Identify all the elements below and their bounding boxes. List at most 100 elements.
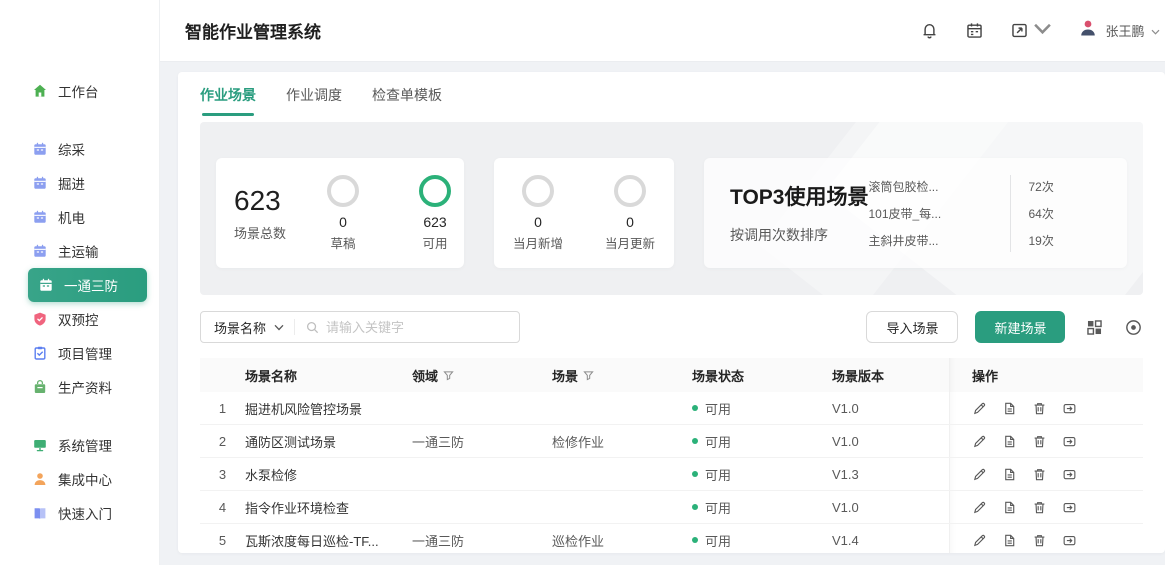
table-body: 1 掘进机风险管控场景 可用 V1.0 2 通防区测试场景 一通三防 检修作业 … (200, 392, 1143, 553)
edit-icon[interactable] (972, 533, 987, 548)
tab-bar: 作业场景作业调度检查单模板 (200, 72, 1143, 116)
export-icon[interactable] (1062, 401, 1077, 416)
top3-item-name: 101皮带_每... (868, 205, 998, 222)
search-field-select[interactable]: 场景名称 (201, 318, 294, 337)
ring-value: 0 (339, 214, 347, 230)
delete-icon[interactable] (1032, 434, 1047, 449)
topbar-actions: 张王鹏 (920, 18, 1160, 43)
delete-icon[interactable] (1032, 401, 1047, 416)
chevron-down-icon (1151, 22, 1160, 40)
cell-status: 可用 (692, 531, 832, 550)
ring-circle (419, 175, 451, 207)
top3-card: TOP3使用场景 按调用次数排序 滚筒包胶检... 72次 101皮带_每...… (704, 158, 1127, 268)
export-icon[interactable] (1062, 434, 1077, 449)
edit-icon[interactable] (972, 434, 987, 449)
status-text: 可用 (705, 531, 731, 550)
scene-total-label: 场景总数 (234, 223, 286, 242)
calendar-icon (38, 277, 54, 293)
grid-view-icon[interactable] (1085, 318, 1104, 337)
page-title: 智能作业管理系统 (185, 18, 321, 43)
tab-dispatch[interactable]: 作业调度 (286, 85, 342, 116)
tab-checklist[interactable]: 检查单模板 (372, 85, 442, 116)
sidebar: 工作台 综采 掘进 机电 主运输 一通三防 双预控 项目管理 生产资料 系统管理 (0, 0, 160, 565)
scene-total-value: 623 (234, 185, 286, 217)
search-input[interactable] (326, 320, 519, 335)
filter-funnel-icon[interactable] (443, 370, 454, 381)
cell-index: 3 (200, 467, 245, 482)
top3-subtitle: 按调用次数排序 (730, 225, 868, 245)
copy-icon[interactable] (1002, 500, 1017, 515)
cell-actions (949, 458, 1143, 490)
edit-icon[interactable] (972, 401, 987, 416)
cell-index: 4 (200, 500, 245, 515)
status-text: 可用 (705, 399, 731, 418)
sidebar-group: 工作台 (0, 74, 159, 108)
settings-icon[interactable] (1124, 318, 1143, 337)
copy-icon[interactable] (1002, 467, 1017, 482)
sidebar-item-xitongguanli[interactable]: 系统管理 (0, 428, 159, 462)
col-header-actions: 操作 (949, 358, 1143, 392)
sidebar-item-shuangyukong[interactable]: 双预控 (0, 302, 159, 336)
copy-icon[interactable] (1002, 533, 1017, 548)
sidebar-item-kuaisurumen[interactable]: 快速入门 (0, 496, 159, 530)
ring-label: 可用 (423, 233, 448, 252)
cell-version: V1.0 (832, 500, 949, 515)
filter-funnel-icon[interactable] (583, 370, 594, 381)
copy-icon[interactable] (1002, 434, 1017, 449)
ring-label: 当月更新 (605, 233, 655, 252)
delete-icon[interactable] (1032, 500, 1047, 515)
person-icon (32, 471, 48, 487)
screen-share-icon[interactable] (1010, 19, 1052, 43)
sidebar-item-yitongsanfang[interactable]: 一通三防 (28, 268, 147, 302)
edit-icon[interactable] (972, 500, 987, 515)
delete-icon[interactable] (1032, 533, 1047, 548)
app-root: 工作台 综采 掘进 机电 主运输 一通三防 双预控 项目管理 生产资料 系统管理 (0, 0, 1165, 565)
export-icon[interactable] (1062, 533, 1077, 548)
sidebar-item-workbench[interactable]: 工作台 (0, 74, 159, 108)
col-header-status: 场景状态 (692, 366, 832, 385)
cell-index: 1 (200, 401, 245, 416)
top3-item-count: 64次 (1028, 205, 1053, 222)
rings-group-1: 0 草稿 623 可用 (312, 175, 466, 252)
sidebar-item-jichengzhongxin[interactable]: 集成中心 (0, 462, 159, 496)
cell-version: V1.4 (832, 533, 949, 548)
notification-bell-icon[interactable] (920, 21, 939, 40)
monthly-stats-card: 0 当月新增 0 当月更新 (494, 158, 674, 268)
top3-item: 滚筒包胶检... 72次 (868, 173, 1093, 200)
topbar: 智能作业管理系统 张王鹏 (160, 0, 1165, 62)
sidebar-item-jidian[interactable]: 机电 (0, 200, 159, 234)
cell-domain: 一通三防 (412, 531, 552, 550)
tab-scene[interactable]: 作业场景 (200, 85, 256, 116)
top3-item: 主斜井皮带... 19次 (868, 227, 1093, 254)
delete-icon[interactable] (1032, 467, 1047, 482)
table-row: 2 通防区测试场景 一通三防 检修作业 可用 V1.0 (200, 425, 1143, 458)
table-header-row: 场景名称领域 场景 场景状态场景版本操作 (200, 358, 1143, 392)
calendar-icon[interactable] (965, 21, 984, 40)
cell-status: 可用 (692, 498, 832, 517)
sidebar-item-xiangmuguanli[interactable]: 项目管理 (0, 336, 159, 370)
sidebar-item-shengchanziliao[interactable]: 生产资料 (0, 370, 159, 404)
import-scene-button[interactable]: 导入场景 (866, 311, 958, 343)
cell-scene-name: 指令作业环境检查 (245, 498, 412, 517)
copy-icon[interactable] (1002, 401, 1017, 416)
user-menu[interactable]: 张王鹏 (1078, 18, 1160, 43)
sidebar-item-zhuyunshu[interactable]: 主运输 (0, 234, 159, 268)
sidebar-item-zongcai[interactable]: 综采 (0, 132, 159, 166)
search-box: 场景名称 (200, 311, 520, 343)
sidebar-item-juejin[interactable]: 掘进 (0, 166, 159, 200)
cell-status: 可用 (692, 465, 832, 484)
stat-ring: 0 草稿 (312, 175, 374, 252)
top3-list: 滚筒包胶检... 72次 101皮带_每... 64次 主斜井皮带... 19次 (868, 173, 1093, 254)
cell-actions (949, 425, 1143, 457)
status-text: 可用 (705, 465, 731, 484)
create-scene-button[interactable]: 新建场景 (975, 311, 1065, 343)
search-icon (305, 320, 320, 335)
table-row: 4 指令作业环境检查 可用 V1.0 (200, 491, 1143, 524)
export-icon[interactable] (1062, 500, 1077, 515)
content-card: 作业场景作业调度检查单模板 623 场景总数 0 草稿 623 可用 (178, 72, 1165, 553)
col-header-scene: 场景 (552, 366, 692, 385)
top3-item: 101皮带_每... 64次 (868, 200, 1093, 227)
export-icon[interactable] (1062, 467, 1077, 482)
table-row: 3 水泵检修 可用 V1.3 (200, 458, 1143, 491)
edit-icon[interactable] (972, 467, 987, 482)
